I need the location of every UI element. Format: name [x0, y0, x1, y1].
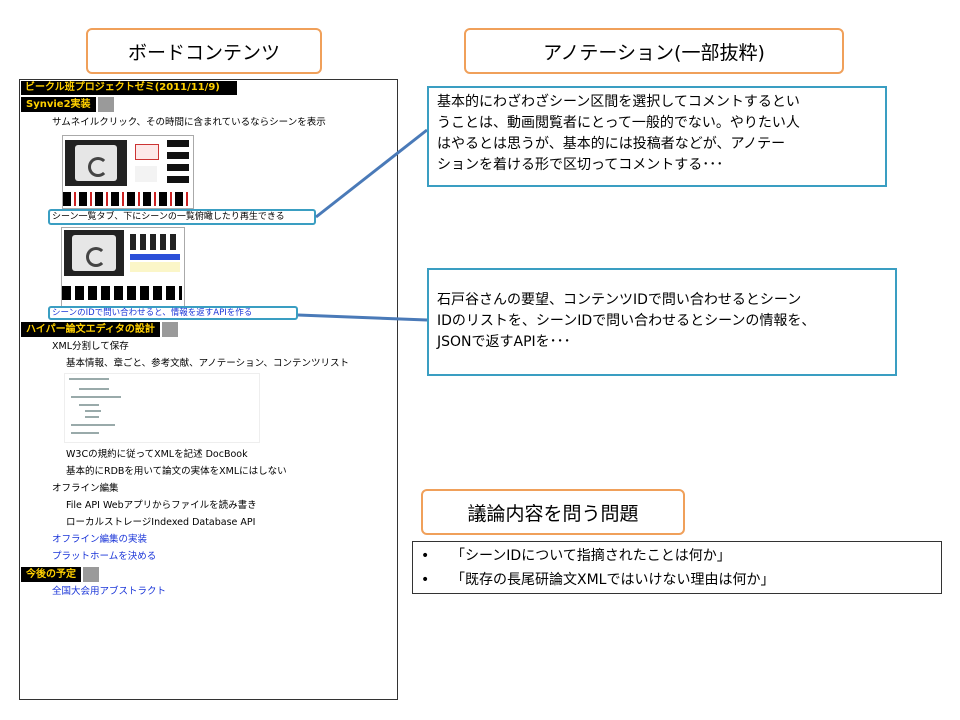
annotation-1-line-2: うことは、動画閲覧者にとって一般的でない。やりたい人 [437, 115, 800, 131]
question-item-2: • 「既存の長尾研論文XMLではいけない理由は何か」 [421, 569, 774, 589]
annotation-2-line-3: JSONで返すAPIを･･･ [437, 334, 571, 350]
question-2-text: 「既存の長尾研論文XMLではいけない理由は何か」 [451, 572, 775, 588]
annotation-1-line-1: 基本的にわざわざシーン区間を選択してコメントするとい [437, 94, 800, 110]
annotation-2-line-2: IDのリストを、シーンIDで問い合わせるとシーンの情報を、 [437, 313, 816, 329]
question-1-text: 「シーンIDについて指摘されたことは何か」 [451, 548, 731, 564]
annotation-box-2: 石戸谷さんの要望、コンテンツIDで問い合わせるとシーン IDのリストを、シーンI… [427, 268, 897, 376]
annotation-1-line-3: はやるとは思うが、基本的には投稿者などが、アノテー [437, 136, 786, 152]
question-item-1: • 「シーンIDについて指摘されたことは何か」 [421, 545, 731, 565]
connector-line-2 [297, 313, 428, 322]
annotation-1-line-4: ションを着ける形で区切ってコメントする･･･ [437, 157, 724, 173]
annotation-2-line-1: 石戸谷さんの要望、コンテンツIDで問い合わせるとシーン [437, 292, 802, 308]
bullet-icon: • [421, 548, 430, 564]
connector-line-1 [315, 128, 428, 219]
bullet-icon: • [421, 572, 430, 588]
question-list: • 「シーンIDについて指摘されたことは何か」 • 「既存の長尾研論文XMLではいけ… [412, 541, 942, 594]
annotation-box-1: 基本的にわざわざシーン区間を選択してコメントするとい うことは、動画閲覧者にとっ… [427, 86, 887, 187]
